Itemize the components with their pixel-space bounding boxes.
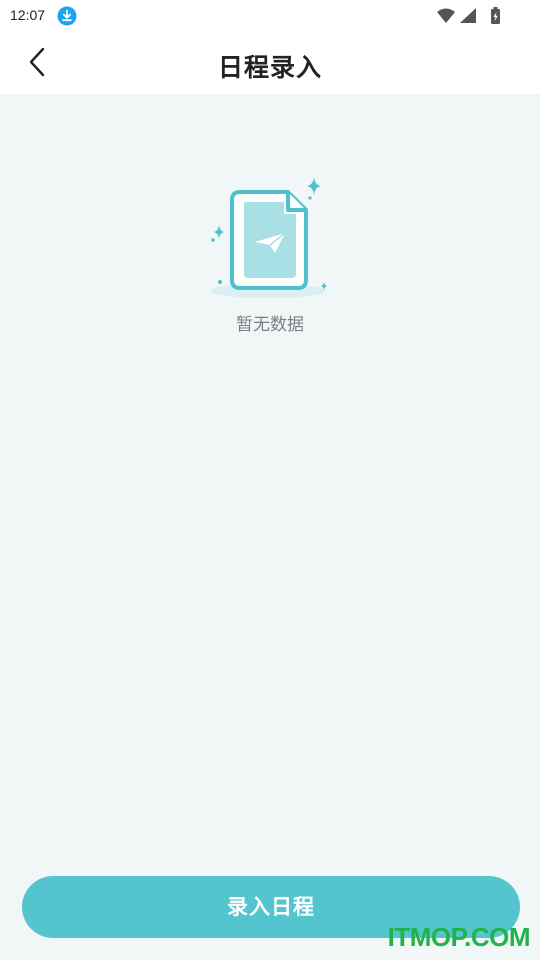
- status-bar: 12:07: [0, 0, 540, 32]
- empty-state: 暂无数据: [0, 170, 540, 350]
- app-header: 日程录入: [0, 32, 540, 94]
- empty-message: 暂无数据: [236, 315, 304, 335]
- signal-icon: [460, 8, 476, 23]
- status-icons: [437, 7, 500, 24]
- empty-document-paper-plane-icon: [210, 177, 327, 298]
- wifi-icon: [437, 8, 455, 23]
- page-title: 日程录入: [217, 53, 322, 82]
- watermark: ITMOP.COM: [387, 922, 531, 952]
- download-icon: [57, 6, 77, 26]
- battery-icon: [491, 7, 500, 24]
- status-time: 12:07: [10, 7, 46, 23]
